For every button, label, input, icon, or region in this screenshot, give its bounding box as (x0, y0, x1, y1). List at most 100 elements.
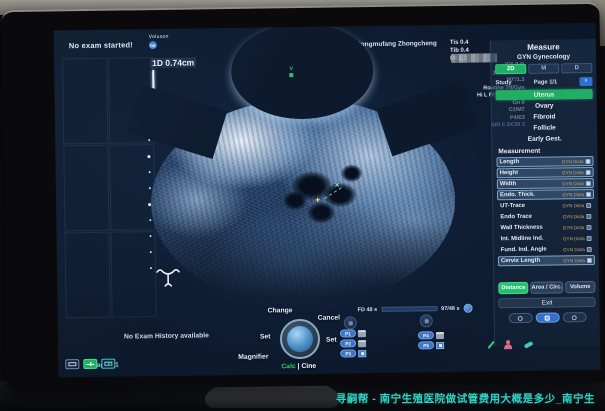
ge-monogram-icon: GE (149, 41, 157, 49)
measurement-checkbox[interactable] (586, 180, 591, 185)
measurement-row[interactable]: Height GYN Dista (497, 167, 594, 178)
layout-buttons (65, 359, 115, 370)
measurement-row[interactable]: Int. Midline Ind. GYN Dista (498, 233, 595, 244)
trackball-set-right-label: Set (326, 337, 337, 344)
cine-right-label: 97/48 s (441, 305, 459, 311)
study-item[interactable]: Ovary (496, 100, 593, 111)
measurement-row[interactable]: Endo. Thick. GYN Dista (497, 189, 594, 200)
measurement-row-label: Endo Trace (500, 213, 562, 220)
panel-title: Measure (495, 42, 592, 52)
measurement-row-label: Width (500, 180, 562, 187)
measurement-checkbox[interactable] (586, 158, 591, 163)
ultrasound-image: V + × (150, 97, 457, 307)
mode-tabs: 2DMD (495, 63, 592, 74)
mode-tab[interactable]: 2D (495, 64, 526, 74)
ultrasound-screen: No exam started! Voluson GE 1D 0.74cm Sh… (54, 23, 601, 378)
ti-value: Tis 0.4 (450, 39, 469, 47)
exit-button[interactable]: Exit (498, 297, 595, 308)
measurement-row[interactable]: Cervix Length GYN Dista (498, 255, 595, 266)
p-button[interactable]: P4 (418, 331, 434, 339)
measurement-row[interactable]: Length GYN Dista (496, 156, 593, 167)
patient-icon[interactable] (504, 340, 512, 349)
save-icon (358, 350, 366, 357)
p-button-row: P2 (340, 339, 366, 347)
p-button[interactable]: P1 (340, 329, 356, 337)
measurement-checkbox[interactable] (587, 246, 592, 251)
measurement-row-label: Cervix Length (501, 257, 563, 264)
measurement-checkbox[interactable] (587, 235, 592, 240)
study-item[interactable]: Early Gest. (496, 133, 593, 144)
measurement-checkbox[interactable] (586, 202, 591, 207)
mode-tab[interactable]: D (561, 63, 592, 73)
p-button-row: P3 (340, 349, 366, 357)
caliper-plus-icon[interactable]: + (315, 195, 320, 205)
application-label: GYN Gynecology (495, 53, 592, 61)
measurement-row-label: Int. Midline Ind. (501, 235, 563, 242)
layout-dual-icon[interactable] (101, 359, 115, 369)
study-page: Page 1/1 (534, 79, 558, 85)
printer-icon (358, 330, 366, 337)
p-button[interactable]: P5 (418, 341, 434, 349)
measurement-row-label: Wall Thickness (500, 224, 562, 231)
measurement-row-label: Fund. Ind. Angle (501, 246, 563, 253)
monitor-bezel: No exam started! Voluson GE 1D 0.74cm Sh… (1, 2, 604, 390)
measurement-row[interactable]: Endo Trace GYN Dista (497, 211, 594, 222)
screen-round-button[interactable] (420, 314, 433, 327)
study-item[interactable]: Fibroid (496, 111, 593, 122)
pencil-icon[interactable] (487, 341, 494, 349)
caliper-tool-button-3[interactable] (562, 312, 586, 322)
measurement-checkbox[interactable] (587, 257, 592, 262)
measurement-checkbox[interactable] (586, 169, 591, 174)
p-button[interactable]: P3 (340, 349, 356, 357)
phone-icon[interactable] (524, 340, 534, 348)
measurement-row-type: GYN Dista (562, 159, 584, 164)
measurement-row-type: GYN Dista (563, 225, 585, 230)
measurement-row-label: UT-Trace (500, 202, 562, 209)
measurement-checkbox[interactable] (586, 224, 591, 229)
measurement-row[interactable]: Wall Thickness GYN Dista (497, 222, 594, 233)
measure-panel: Measure GYN Gynecology 2DMD Study Page 1… (490, 39, 600, 346)
trackball-cancel-label: Cancel (318, 314, 340, 321)
caliper-tool-button-1[interactable] (508, 313, 532, 323)
mode-tab[interactable]: M (528, 63, 559, 73)
layout-single-icon[interactable] (65, 359, 79, 369)
trackball-change-label: Change (268, 307, 293, 314)
cine-loop-button[interactable] (463, 304, 472, 313)
layout-quad-icon[interactable] (83, 359, 97, 369)
calc-button[interactable]: Area / Circ. (530, 281, 563, 293)
cine-progress[interactable] (381, 306, 437, 312)
p-button[interactable]: P2 (340, 339, 356, 347)
measurement-row-type: GYN Dista (563, 247, 585, 252)
probe-orientation-marker: V (289, 67, 293, 77)
measurement-row[interactable]: Fund. Ind. Angle GYN Dista (498, 244, 595, 255)
measurement-checkbox[interactable] (586, 213, 591, 218)
study-next-button[interactable]: › (579, 77, 592, 86)
measurement-row-type: GYN Dista (562, 170, 584, 175)
trackball-calc-cine-label: Calc | Cine (281, 363, 316, 370)
study-item[interactable]: Follicle (496, 122, 593, 133)
measurement-checkbox[interactable] (586, 191, 591, 196)
measurement-row[interactable]: Width GYN Dista (497, 178, 594, 189)
calc-button[interactable]: Distance (498, 282, 528, 294)
caliper-tool-row (499, 312, 596, 323)
measurement-header: Measurement (498, 147, 593, 155)
calc-button[interactable]: Volume (565, 281, 595, 293)
caliper-x-icon[interactable]: × (335, 180, 340, 189)
brand-label: Voluson (149, 34, 189, 41)
p-button-row: P4 (418, 331, 444, 339)
body-marker-uterus-icon (155, 267, 181, 294)
exam-history-status: No Exam History available (124, 332, 209, 340)
measurement-row[interactable]: UT-Trace GYN Dista (497, 200, 594, 211)
study-list: UterusOvaryFibroidFollicleEarly Gest. (496, 89, 594, 144)
measurement-row-type: GYN Dista (562, 192, 584, 197)
calc-buttons: DistanceArea / Circ.Volume (498, 281, 595, 294)
printer-icon (436, 332, 444, 339)
measurement-row-label: Length (500, 158, 562, 165)
caliper-tool-button-2[interactable] (535, 312, 559, 322)
measurement-row-label: Height (500, 169, 562, 176)
trackball-magnifier-label: Magnifier (238, 353, 268, 360)
study-label: Study (495, 80, 511, 86)
measurement-row-type: GYN Dista (563, 214, 585, 219)
printer-icon (358, 340, 366, 347)
study-item[interactable]: Uterus (496, 89, 593, 100)
